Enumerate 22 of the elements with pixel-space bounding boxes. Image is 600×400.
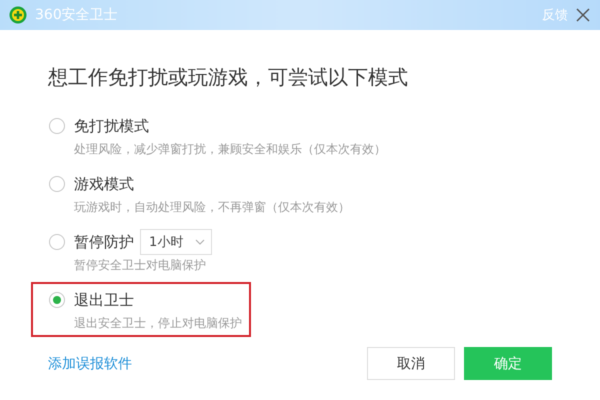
option-description: 暂停安全卫士对电脑保护 [74, 257, 207, 273]
option-label: 暂停防护 [74, 232, 134, 252]
confirm-button[interactable]: 确定 [464, 347, 552, 380]
option-label: 免打扰模式 [74, 116, 149, 136]
close-button[interactable] [576, 8, 590, 22]
option-label: 游戏模式 [74, 174, 134, 194]
chevron-down-icon [195, 239, 206, 245]
option-description: 退出安全卫士，停止对电脑保护 [74, 315, 243, 331]
option-description: 处理风险，减少弹窗打扰，兼顾安全和娱乐（仅本次有效） [74, 141, 386, 157]
logo-icon [9, 6, 27, 24]
option-label: 退出卫士 [74, 290, 134, 310]
radio-button[interactable] [49, 292, 65, 308]
close-icon [576, 8, 590, 22]
duration-dropdown[interactable]: 1小时 [140, 229, 212, 255]
cancel-button[interactable]: 取消 [367, 347, 455, 380]
add-software-link[interactable]: 添加误报软件 [48, 354, 358, 372]
window-title: 360安全卫士 [35, 6, 119, 24]
option-description: 玩游戏时，自动处理风险，不再弹窗（仅本次有效） [74, 199, 350, 215]
radio-button[interactable] [49, 234, 65, 250]
radio-button[interactable] [49, 176, 65, 192]
dialog-heading: 想工作免打扰或玩游戏，可尝试以下模式 [48, 64, 409, 91]
radio-button[interactable] [49, 118, 65, 134]
